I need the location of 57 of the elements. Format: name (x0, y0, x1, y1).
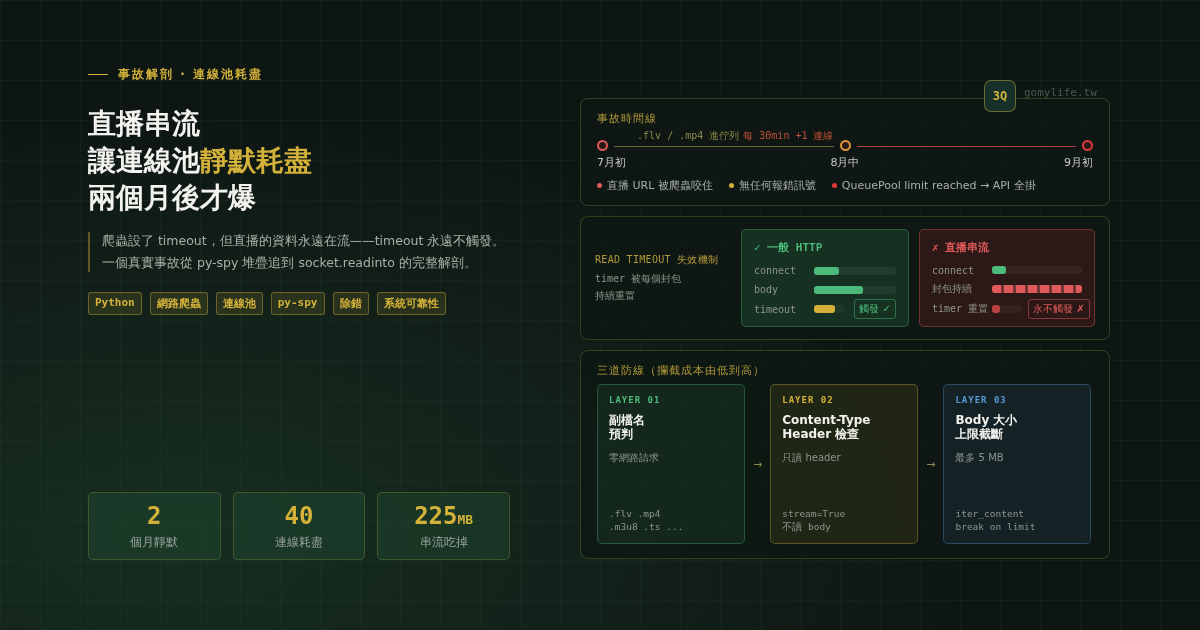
row-label: 封包持續 (932, 282, 973, 296)
result-badge: 觸發 ✓ (854, 299, 896, 319)
stat-label: 串流吃掉 (419, 533, 468, 551)
timeline-note: .flv / .mp4 進佇列 (637, 128, 740, 143)
stat-label: 個月靜默 (130, 533, 179, 551)
layer-desc: 最多 5 MB (955, 451, 1005, 465)
layer-name: Content-Type Header 檢查 (782, 413, 872, 441)
card-title: 三道防線（攔截成本由低到高） (597, 363, 766, 378)
headline-text: 兩個月後才爆 (88, 180, 257, 216)
layer-tag: LAYER 03 (955, 395, 1080, 405)
comparison-title: ✗ 直播串流 (932, 240, 991, 255)
row-label: connect (754, 265, 798, 276)
result-badge: 永不觸發 ✗ (1028, 299, 1090, 319)
stat-value: 40 (284, 501, 314, 530)
timeline-alert-note: 每 30min +1 連線 (743, 128, 834, 143)
row-label: body (754, 284, 780, 295)
stat-label: 連線耗盡 (275, 533, 323, 551)
row-label: timeout (754, 303, 798, 315)
arrow-text: → (926, 457, 936, 471)
layer-code: iter_content break on limit (955, 507, 1037, 533)
timeline-label: 8月中 (830, 155, 860, 170)
layer-tag: LAYER 01 (609, 395, 733, 405)
card-title: 事故時間線 (597, 111, 658, 126)
headline-text: 直播串流 (88, 106, 201, 142)
tag: Python (88, 292, 142, 315)
timeline-label: 7月初 (597, 155, 626, 170)
tag: 系統可靠性 (376, 292, 446, 315)
tag: 連線池 (215, 292, 263, 315)
tag: py-spy (270, 292, 325, 315)
eyebrow-text: 事故解剖 · 連線池耗盡 (118, 66, 263, 83)
mechanism-text: timer 被每個封包 (595, 272, 683, 286)
layer-desc: 只讀 header (782, 451, 842, 465)
legend-text: 直播 URL 被爬蟲咬住 (607, 178, 713, 193)
stat-value: 225MB (414, 501, 474, 530)
comparison-title: ✓ 一般 HTTP (754, 240, 824, 255)
site-name: gomylife.tw (1024, 85, 1097, 99)
tag: 網路爬蟲 (149, 292, 208, 315)
row-label: connect (932, 264, 976, 276)
summary-text: 一個真實事故從 py-spy 堆疊追到 socket.readinto 的完整解剖。 (102, 254, 478, 272)
layer-desc: 零網路請求 (609, 451, 660, 465)
row-label: timer 重置 (932, 302, 986, 316)
arrow-text: → (753, 457, 763, 471)
timeline-label: 9月初 (1064, 155, 1093, 170)
summary-text: 爬蟲設了 timeout，但直播的資料永遠在流——timeout 永遠不觸發。 (102, 232, 507, 250)
card-title: READ TIMEOUT 失效機制 (595, 253, 719, 267)
layer-name: 副檔名 預判 (609, 413, 646, 441)
layer-code: .flv .mp4 .m3u8 .ts ... (609, 507, 685, 533)
layer-code: stream=True 不讀 body (782, 507, 847, 533)
logo-mark: 3Q (984, 80, 1016, 112)
stat-value: 2 (147, 501, 162, 530)
legend-text: 無任何報錯訊號 (738, 178, 816, 193)
layer-tag: LAYER 02 (782, 395, 907, 405)
legend-text: QueuePool limit reached → API 全掛 (841, 178, 1036, 193)
tag: 除錯 (332, 292, 369, 315)
headline-text: 讓連線池靜默耗盡 (88, 143, 313, 179)
layer-name: Body 大小 上限截斷 (955, 413, 1019, 441)
mechanism-text: 持續重置 (595, 289, 636, 303)
